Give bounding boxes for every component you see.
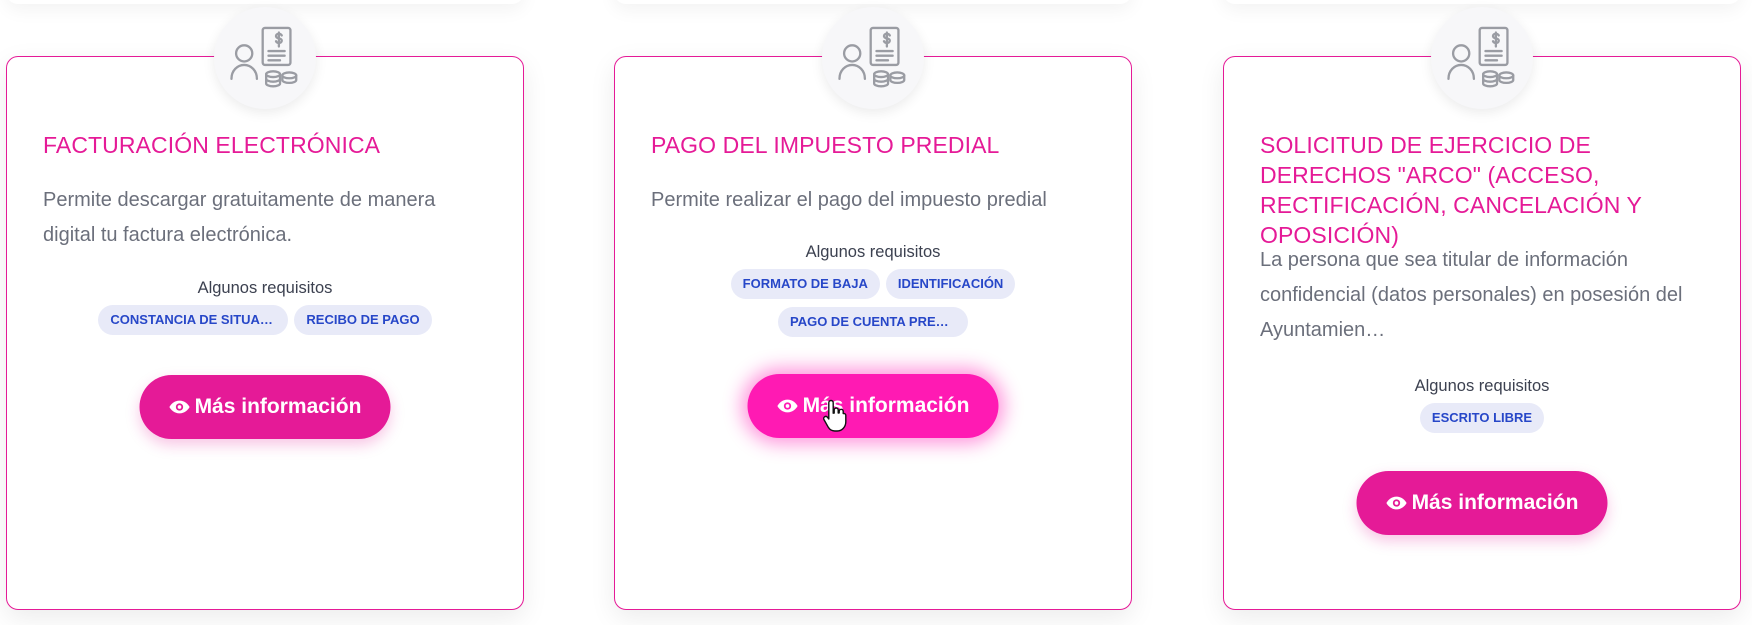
requirement-chip[interactable]: IDENTIFICACIÓN xyxy=(885,269,1016,299)
requirement-chip[interactable]: FORMATO DE BAJA xyxy=(730,269,880,299)
requirement-chip[interactable]: PAGO DE CUENTA PREDI… xyxy=(778,307,968,337)
invoice-payment-icon xyxy=(214,7,316,109)
more-info-button[interactable]: Más información xyxy=(139,375,391,439)
card-title: SOLICITUD DE EJERCICIO DE DERECHOS "ARCO… xyxy=(1260,132,1642,248)
more-info-button[interactable]: Más información xyxy=(747,374,999,438)
invoice-payment-icon xyxy=(1431,7,1533,109)
requirements-block: Algunos requisitos FORMATO DE BAJA IDENT… xyxy=(615,241,1131,337)
eye-icon xyxy=(1386,496,1407,510)
card-above-edge xyxy=(1223,0,1741,4)
button-label: Más información xyxy=(194,395,362,418)
card-above-edge xyxy=(6,0,524,4)
eye-icon xyxy=(777,399,798,413)
requirements-label: Algunos requisitos xyxy=(1414,377,1550,395)
requirements-block: Algunos requisitos ESCRITO LIBRE xyxy=(1224,375,1740,433)
card-description: La persona que sea titular de informació… xyxy=(1260,249,1683,341)
invoice-payment-icon xyxy=(822,7,924,109)
service-card-predial: PAGO DEL IMPUESTO PREDIAL Permite realiz… xyxy=(614,7,1132,610)
requirements-block: Algunos requisitos CONSTANCIA DE SITUAC…… xyxy=(7,277,523,335)
requirement-chip[interactable]: CONSTANCIA DE SITUAC… xyxy=(98,305,289,335)
service-card-facturacion: FACTURACIÓN ELECTRÓNICA Permite descarga… xyxy=(6,7,524,610)
requirements-chips: FORMATO DE BAJA IDENTIFICACIÓN PAGO DE C… xyxy=(615,269,1131,337)
card-description: Permite realizar el pago del impuesto pr… xyxy=(651,189,1047,211)
requirements-chips: ESCRITO LIBRE xyxy=(1224,403,1740,433)
service-card-arco: SOLICITUD DE EJERCICIO DE DERECHOS "ARCO… xyxy=(1223,7,1741,610)
card-title: PAGO DEL IMPUESTO PREDIAL xyxy=(651,132,1000,158)
more-info-button[interactable]: Más información xyxy=(1356,471,1608,535)
card-description: Permite descargar gratuitamente de maner… xyxy=(43,189,436,246)
requirement-chip[interactable]: RECIBO DE PAGO xyxy=(294,305,432,335)
requirements-chips: CONSTANCIA DE SITUAC… RECIBO DE PAGO xyxy=(7,305,523,335)
card-title: FACTURACIÓN ELECTRÓNICA xyxy=(43,132,381,158)
requirement-chip[interactable]: ESCRITO LIBRE xyxy=(1419,403,1545,433)
card-above-edge xyxy=(614,0,1132,4)
button-label: Más información xyxy=(1411,491,1579,514)
requirements-label: Algunos requisitos xyxy=(197,279,333,297)
requirements-label: Algunos requisitos xyxy=(805,243,941,261)
eye-icon xyxy=(169,400,190,414)
services-grid: FACTURACIÓN ELECTRÓNICA Permite descarga… xyxy=(0,0,1752,625)
button-label: Más información xyxy=(802,394,970,417)
